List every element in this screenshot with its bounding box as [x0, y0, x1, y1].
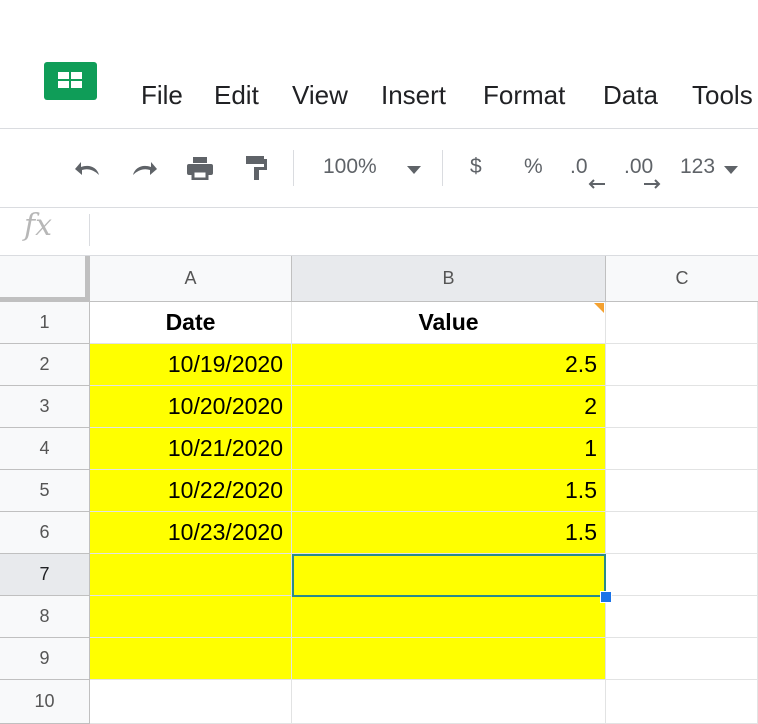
cell-c3[interactable]	[606, 386, 758, 428]
column-header-a[interactable]: A	[90, 256, 292, 302]
cell-a5[interactable]: 10/22/2020	[90, 470, 292, 512]
cell-b2[interactable]: 2.5	[292, 344, 606, 386]
row-header-6[interactable]: 6	[0, 512, 90, 554]
zoom-select[interactable]: 100%	[323, 155, 377, 179]
formula-fx-icon: fx	[24, 208, 53, 243]
undo-icon[interactable]	[68, 150, 108, 186]
formula-input[interactable]	[100, 212, 740, 248]
chevron-down-icon[interactable]	[402, 160, 426, 180]
arrow-left-icon	[583, 178, 607, 190]
cell-c7[interactable]	[606, 554, 758, 596]
cell-b9[interactable]	[292, 638, 606, 680]
toolbar-separator	[293, 150, 294, 186]
column-header-b[interactable]: B	[292, 256, 606, 302]
increase-decimal-button[interactable]: .00	[624, 155, 653, 179]
cell-a3[interactable]: 10/20/2020	[90, 386, 292, 428]
cell-a9[interactable]	[90, 638, 292, 680]
menu-tools[interactable]: Tools	[692, 80, 753, 111]
print-icon[interactable]	[180, 150, 220, 186]
cell-c10[interactable]	[606, 680, 758, 724]
cell-c5[interactable]	[606, 470, 758, 512]
more-formats-select[interactable]: 123	[680, 155, 715, 179]
cell-a10[interactable]	[90, 680, 292, 724]
sheets-logo-icon[interactable]	[44, 62, 97, 100]
menu-insert[interactable]: Insert	[381, 80, 446, 111]
row-header-7[interactable]: 7	[0, 554, 90, 596]
cell-b4[interactable]: 1	[292, 428, 606, 470]
row-header-9[interactable]: 9	[0, 638, 90, 680]
chevron-down-icon[interactable]	[721, 160, 741, 180]
cell-c1[interactable]	[606, 302, 758, 344]
cell-b8[interactable]	[292, 596, 606, 638]
cell-a7[interactable]	[90, 554, 292, 596]
row-header-5[interactable]: 5	[0, 470, 90, 512]
menu-data[interactable]: Data	[603, 80, 658, 111]
row-header-8[interactable]: 8	[0, 596, 90, 638]
toolbar-separator	[442, 150, 443, 186]
column-header-c[interactable]: C	[606, 256, 758, 302]
cell-b1[interactable]: Value	[292, 302, 606, 344]
cell-c4[interactable]	[606, 428, 758, 470]
cell-c8[interactable]	[606, 596, 758, 638]
fill-handle[interactable]	[600, 591, 612, 603]
cell-a1[interactable]: Date	[90, 302, 292, 344]
cell-a8[interactable]	[90, 596, 292, 638]
menu-divider	[0, 128, 758, 129]
format-percent-button[interactable]: %	[524, 155, 543, 179]
row-header-2[interactable]: 2	[0, 344, 90, 386]
row-header-1[interactable]: 1	[0, 302, 90, 344]
cell-a6[interactable]: 10/23/2020	[90, 512, 292, 554]
cell-b6[interactable]: 1.5	[292, 512, 606, 554]
cell-b3[interactable]: 2	[292, 386, 606, 428]
menu-file[interactable]: File	[141, 80, 183, 111]
row-header-4[interactable]: 4	[0, 428, 90, 470]
menu-view[interactable]: View	[292, 80, 348, 111]
cell-a4[interactable]: 10/21/2020	[90, 428, 292, 470]
formula-separator	[89, 214, 90, 246]
arrow-right-icon	[642, 178, 666, 190]
cell-b10[interactable]	[292, 680, 606, 724]
active-cell-selection[interactable]	[292, 554, 606, 597]
menu-edit[interactable]: Edit	[214, 80, 259, 111]
cell-c2[interactable]	[606, 344, 758, 386]
select-all-corner[interactable]	[0, 256, 90, 302]
cell-c9[interactable]	[606, 638, 758, 680]
menu-format[interactable]: Format	[483, 80, 565, 111]
row-header-3[interactable]: 3	[0, 386, 90, 428]
cell-a2[interactable]: 10/19/2020	[90, 344, 292, 386]
format-currency-button[interactable]: $	[470, 155, 482, 179]
paint-format-icon[interactable]	[236, 150, 276, 186]
redo-icon[interactable]	[124, 150, 164, 186]
toolbar-divider	[0, 207, 758, 208]
decrease-decimal-button[interactable]: .0	[570, 155, 588, 179]
cell-c6[interactable]	[606, 512, 758, 554]
cell-note-indicator[interactable]	[594, 303, 604, 313]
row-header-10[interactable]: 10	[0, 680, 90, 724]
cell-b5[interactable]: 1.5	[292, 470, 606, 512]
